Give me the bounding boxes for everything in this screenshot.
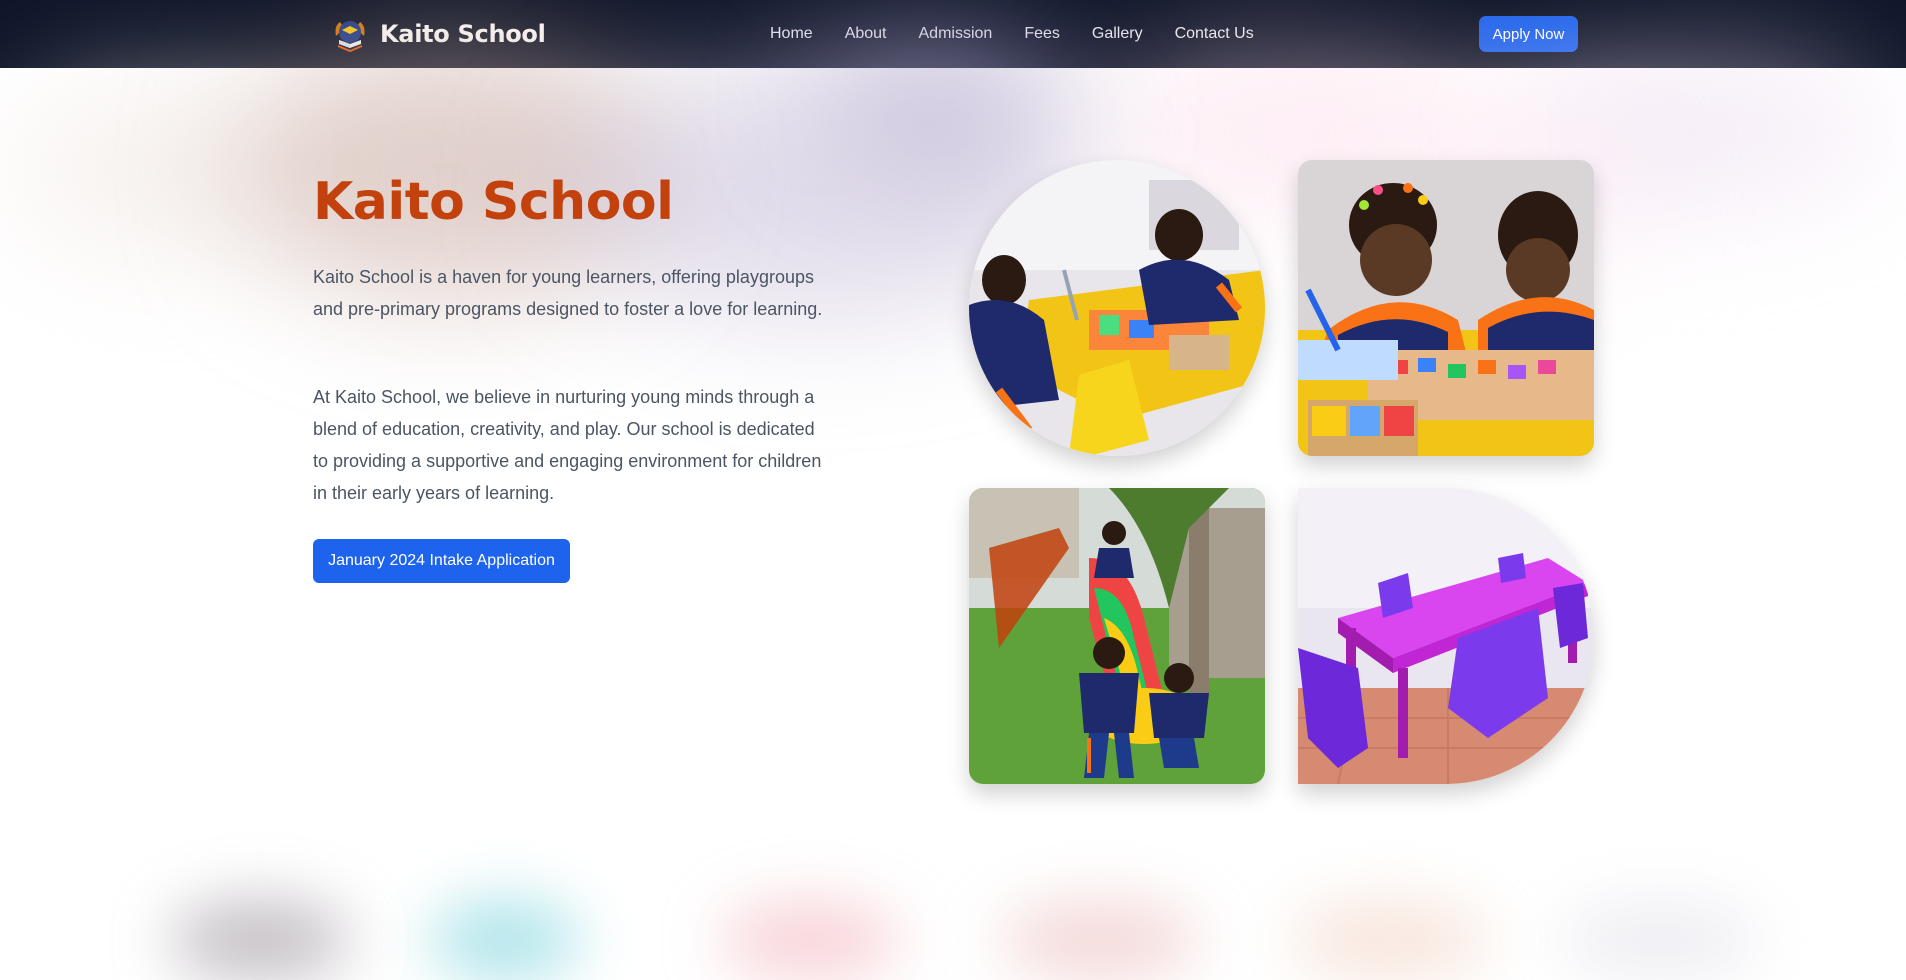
school-crest-icon [330, 14, 370, 54]
brand-link[interactable]: Kaito School [330, 14, 546, 54]
children-on-playground-slide-photo [969, 488, 1265, 784]
top-navbar: Kaito School Home About Admission Fees G… [0, 0, 1906, 68]
hero-description-text: At Kaito School, we believe in nurturing… [313, 387, 822, 503]
main-nav: Home About Admission Fees Gallery Contac… [770, 0, 1286, 68]
nav-link-gallery[interactable]: Gallery [1092, 25, 1143, 43]
girls-writing-with-puzzle-photo [1298, 160, 1594, 456]
nav-link-about[interactable]: About [845, 25, 887, 43]
apply-now-button[interactable]: Apply Now [1479, 16, 1578, 52]
purple-table-and-chairs-photo [1298, 488, 1594, 784]
nav-link-admission[interactable]: Admission [919, 25, 993, 43]
hero-title: Kaito School [313, 172, 674, 232]
nav-link-fees[interactable]: Fees [1024, 25, 1060, 43]
nav-link-home[interactable]: Home [770, 25, 813, 43]
children-at-yellow-table-photo [969, 160, 1265, 456]
hero-intro-text: Kaito School is a haven for young learne… [313, 267, 823, 319]
nav-link-contact-us[interactable]: Contact Us [1175, 25, 1254, 43]
brand-name: Kaito School [380, 20, 546, 48]
intake-application-button[interactable]: January 2024 Intake Application [313, 539, 570, 583]
